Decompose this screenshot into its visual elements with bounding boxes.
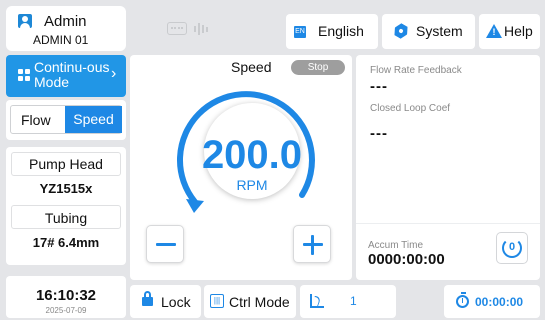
gear-icon bbox=[391, 21, 410, 40]
reset-icon: 0 bbox=[502, 238, 522, 258]
help-label: Help bbox=[504, 23, 533, 39]
clock-card: 16:10:32 2025-07-09 bbox=[6, 276, 126, 318]
flow-rate-label: Flow Rate Feedback bbox=[370, 65, 462, 76]
divider bbox=[356, 223, 540, 224]
increase-speed-button[interactable] bbox=[293, 225, 331, 263]
user-card[interactable]: Admin ADMIN 01 bbox=[6, 6, 126, 51]
system-label: System bbox=[416, 23, 463, 39]
chevron-right-icon: › bbox=[111, 65, 117, 82]
accum-time-label: Accum Time bbox=[368, 240, 424, 251]
control-toggle-card: Flow Speed bbox=[6, 100, 126, 140]
warning-help-icon: ! bbox=[486, 24, 502, 38]
clock-time: 16:10:32 bbox=[35, 287, 97, 304]
curve-value: 1 bbox=[350, 294, 357, 308]
flow-rate-value: --- bbox=[370, 78, 388, 95]
closed-loop-label: Closed Loop Coef bbox=[370, 103, 451, 114]
timer-value: 00:00:00 bbox=[475, 295, 524, 309]
reset-accum-button[interactable]: 0 bbox=[496, 232, 528, 264]
speed-option[interactable]: Speed bbox=[65, 106, 122, 133]
status-badge: Stop bbox=[291, 60, 345, 75]
timer-button[interactable]: 00:00:00 bbox=[444, 285, 540, 318]
tubing-value: 17# 6.4mm bbox=[32, 235, 100, 250]
keyboard-icon bbox=[167, 22, 187, 35]
speed-value: 200.0 bbox=[201, 133, 303, 177]
speed-panel-title: Speed bbox=[231, 59, 272, 75]
clock-date: 2025-07-09 bbox=[45, 306, 87, 315]
flow-option[interactable]: Flow bbox=[21, 112, 51, 128]
info-panel: Flow Rate Feedback --- Closed Loop Coef … bbox=[356, 55, 540, 280]
system-button[interactable]: System bbox=[382, 14, 475, 49]
language-button[interactable]: EN English bbox=[286, 14, 378, 49]
pump-head-value: YZ1515x bbox=[39, 181, 93, 196]
pump-head-label: Pump Head bbox=[29, 156, 103, 172]
pump-info-card: Pump Head YZ1515x Tubing 17# 6.4mm bbox=[6, 147, 126, 265]
tubing-label: Tubing bbox=[44, 210, 88, 226]
timer-icon bbox=[456, 292, 469, 308]
lock-button[interactable]: Lock bbox=[130, 285, 201, 318]
speed-unit: RPM bbox=[236, 177, 268, 193]
language-icon: EN bbox=[294, 26, 306, 38]
flow-speed-toggle: Flow Speed bbox=[10, 105, 122, 134]
waveform-icon bbox=[194, 22, 208, 36]
user-role: ADMIN 01 bbox=[33, 33, 89, 47]
lock-label: Lock bbox=[161, 294, 191, 310]
mode-button[interactable]: Continu-ous Mode › bbox=[6, 55, 126, 97]
help-button[interactable]: ! Help bbox=[479, 14, 540, 49]
user-icon bbox=[18, 14, 32, 28]
decrease-speed-button[interactable] bbox=[146, 225, 184, 263]
ctrl-mode-button[interactable]: ||| Ctrl Mode bbox=[204, 285, 296, 318]
mode-label: Continu-ous Mode bbox=[34, 59, 110, 90]
accum-time-value: 0000:00:00 bbox=[368, 251, 445, 268]
curve-icon bbox=[310, 294, 324, 308]
curve-button[interactable]: 1 bbox=[300, 285, 396, 318]
closed-loop-value: --- bbox=[370, 125, 388, 142]
language-label: English bbox=[318, 23, 364, 39]
ctrl-mode-label: Ctrl Mode bbox=[229, 294, 290, 310]
control-sliders-icon: ||| bbox=[210, 294, 224, 308]
grid-icon bbox=[18, 69, 30, 81]
user-name: Admin bbox=[44, 13, 87, 30]
speed-panel: Speed Stop 200.0 RPM bbox=[130, 55, 352, 280]
lock-icon bbox=[142, 291, 153, 306]
